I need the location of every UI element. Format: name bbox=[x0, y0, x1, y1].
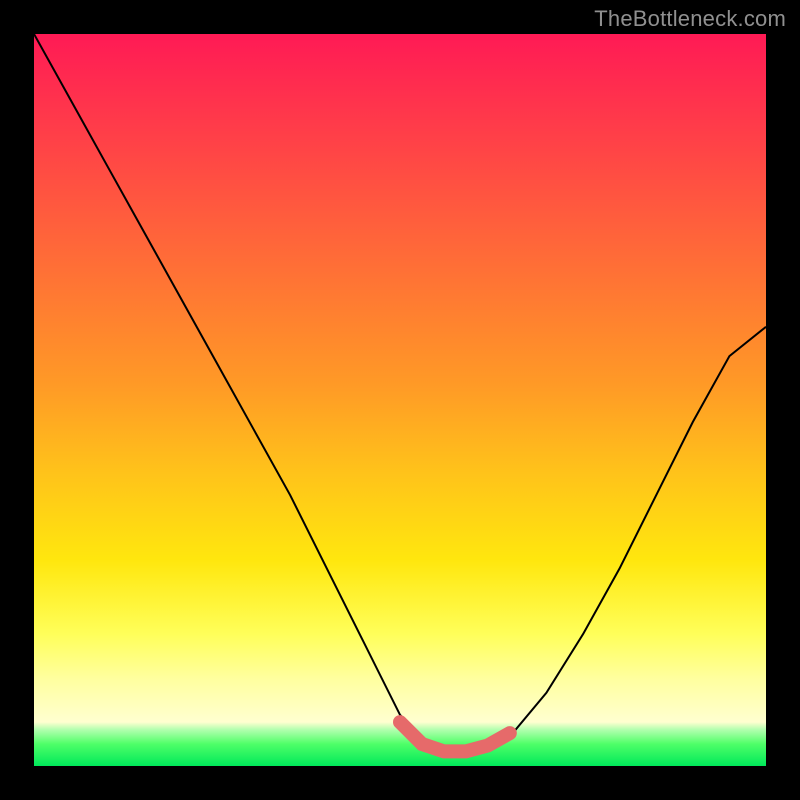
chart-plot-area bbox=[34, 34, 766, 766]
bottleneck-curve-line bbox=[34, 34, 766, 751]
optimal-zone-line bbox=[400, 722, 510, 751]
watermark-text: TheBottleneck.com bbox=[594, 6, 786, 32]
chart-svg bbox=[34, 34, 766, 766]
